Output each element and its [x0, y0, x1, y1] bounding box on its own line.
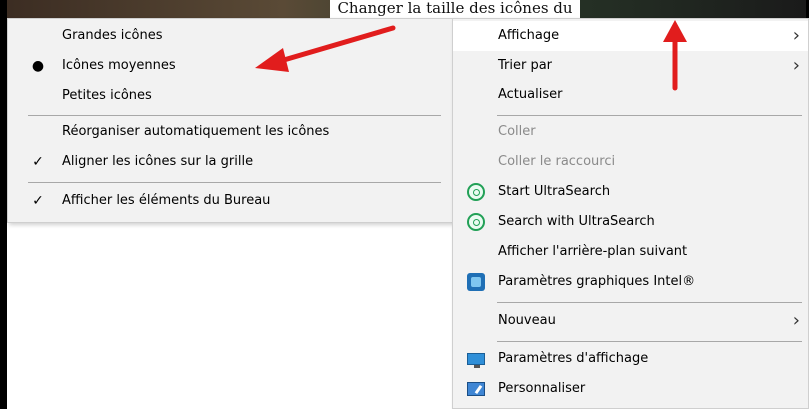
menu-item-view[interactable]: Affichage › — [453, 21, 808, 51]
menu-item-paste-shortcut: Coller le raccourci — [453, 147, 808, 177]
menu-separator — [28, 115, 441, 116]
left-edge — [0, 0, 7, 409]
bullet-icon: ● — [31, 58, 45, 74]
search-icon — [467, 213, 485, 231]
chevron-right-icon: › — [792, 310, 800, 331]
menu-item-label: Trier par — [498, 58, 553, 73]
menu-item-label: Coller le raccourci — [498, 154, 616, 169]
menu-item-search-with-ultrasearch[interactable]: Search with UltraSearch — [453, 207, 808, 237]
menu-separator — [497, 302, 802, 303]
menu-item-show-desktop-icons[interactable]: ✓ Afficher les éléments du Bureau — [8, 186, 455, 216]
check-icon: ✓ — [32, 193, 44, 209]
menu-item-medium-icons[interactable]: ● Icônes moyennes — [8, 51, 455, 81]
menu-item-paste: Coller — [453, 117, 808, 147]
menu-item-label: Icônes moyennes — [62, 58, 176, 73]
menu-item-auto-arrange[interactable]: Réorganiser automatiquement les icônes — [8, 117, 455, 147]
personalize-icon — [467, 382, 485, 396]
menu-item-label: Afficher les éléments du Bureau — [62, 193, 271, 208]
menu-item-align-to-grid[interactable]: ✓ Aligner les icônes sur la grille — [8, 147, 455, 177]
menu-separator — [497, 115, 802, 116]
menu-item-label: Actualiser — [498, 87, 563, 102]
view-submenu: Grandes icônes ● Icônes moyennes Petites… — [7, 18, 456, 223]
menu-item-sort-by[interactable]: Trier par › — [453, 51, 808, 81]
menu-item-label: Search with UltraSearch — [498, 214, 655, 229]
desktop-top-strip: Changer la taille des icônes du Bureau — [0, 0, 809, 20]
menu-item-label: Affichage — [498, 28, 560, 43]
menu-item-label: Personnaliser — [498, 381, 586, 396]
menu-item-next-background[interactable]: Afficher l'arrière-plan suivant — [453, 237, 808, 267]
desktop-context-menu: Affichage › Trier par › Actualiser Colle… — [452, 18, 809, 409]
menu-item-personalize[interactable]: Personnaliser — [453, 374, 808, 404]
menu-separator — [28, 182, 441, 183]
search-icon — [467, 183, 485, 201]
menu-item-large-icons[interactable]: Grandes icônes — [8, 21, 455, 51]
intel-graphics-icon — [467, 273, 485, 291]
menu-item-label: Réorganiser automatiquement les icônes — [62, 124, 330, 139]
menu-item-label: Grandes icônes — [62, 28, 163, 43]
menu-item-label: Paramètres d'affichage — [498, 351, 649, 366]
menu-separator — [497, 341, 802, 342]
menu-item-label: Afficher l'arrière-plan suivant — [498, 244, 688, 259]
display-settings-icon — [467, 353, 485, 368]
page-heading: Changer la taille des icônes du Bureau — [330, 0, 580, 20]
menu-item-label: Petites icônes — [62, 88, 152, 103]
menu-item-label: Nouveau — [498, 313, 556, 328]
menu-item-display-settings[interactable]: Paramètres d'affichage — [453, 344, 808, 374]
menu-item-label: Paramètres graphiques Intel® — [498, 274, 696, 289]
menu-item-refresh[interactable]: Actualiser — [453, 80, 808, 110]
menu-item-new[interactable]: Nouveau › — [453, 306, 808, 336]
chevron-right-icon: › — [792, 55, 800, 76]
menu-item-intel-graphics[interactable]: Paramètres graphiques Intel® — [453, 267, 808, 297]
menu-item-label: Coller — [498, 124, 536, 139]
menu-item-start-ultrasearch[interactable]: Start UltraSearch — [453, 177, 808, 207]
menu-item-label: Aligner les icônes sur la grille — [62, 154, 254, 169]
chevron-right-icon: › — [792, 25, 800, 46]
check-icon: ✓ — [32, 154, 44, 170]
menu-item-label: Start UltraSearch — [498, 184, 611, 199]
menu-item-small-icons[interactable]: Petites icônes — [8, 81, 455, 111]
